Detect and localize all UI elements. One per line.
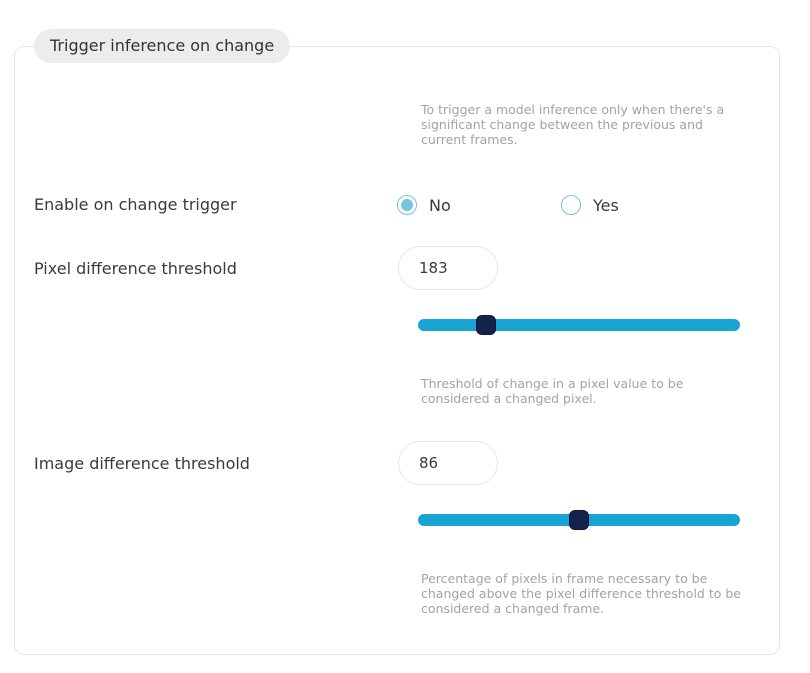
pixel-threshold-slider[interactable] bbox=[418, 313, 740, 337]
image-threshold-slider[interactable] bbox=[418, 508, 740, 532]
radio-yes[interactable]: Yes bbox=[561, 195, 619, 215]
image-threshold-input[interactable] bbox=[398, 441, 498, 485]
pixel-threshold-slider-track[interactable] bbox=[418, 319, 740, 331]
trigger-settings-page: Trigger inference on change To trigger a… bbox=[0, 0, 810, 673]
image-threshold-label: Image difference threshold bbox=[34, 454, 250, 473]
section-legend: Trigger inference on change bbox=[34, 29, 291, 63]
radio-yes-circle[interactable] bbox=[561, 195, 581, 215]
radio-no-dot bbox=[401, 199, 413, 211]
pixel-threshold-input[interactable] bbox=[398, 246, 498, 290]
image-threshold-slider-thumb[interactable] bbox=[569, 510, 589, 530]
pixel-threshold-help: Threshold of change in a pixel value to … bbox=[421, 376, 684, 406]
radio-no[interactable]: No bbox=[397, 195, 451, 215]
enable-trigger-label: Enable on change trigger bbox=[34, 195, 237, 214]
radio-no-circle[interactable] bbox=[397, 195, 417, 215]
image-threshold-help: Percentage of pixels in frame necessary … bbox=[421, 571, 741, 616]
section-description: To trigger a model inference only when t… bbox=[421, 102, 725, 147]
pixel-threshold-slider-thumb[interactable] bbox=[475, 315, 496, 335]
radio-no-label[interactable]: No bbox=[429, 196, 451, 215]
radio-yes-label[interactable]: Yes bbox=[593, 196, 619, 215]
pixel-threshold-label: Pixel difference threshold bbox=[34, 259, 237, 278]
